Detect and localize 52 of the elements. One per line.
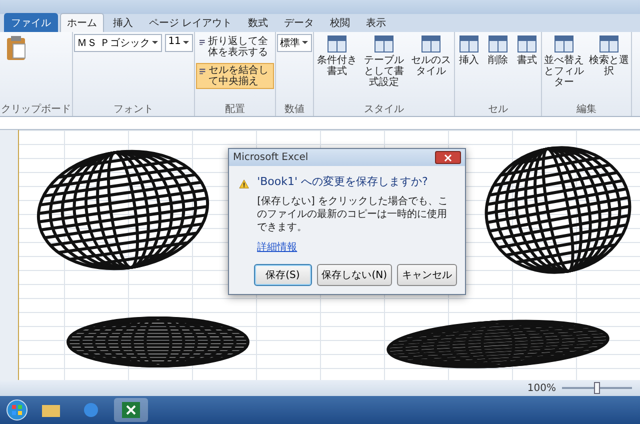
- table-icon: [420, 35, 441, 53]
- group-label: 編集: [575, 103, 598, 116]
- group-label: 配置: [224, 103, 246, 116]
- spreadsheet-icon: [122, 402, 140, 418]
- ribbon-tab[interactable]: ページ レイアウト: [142, 13, 240, 32]
- table-icon: [488, 35, 508, 53]
- ribbon-button[interactable]: 検索と選択: [588, 34, 630, 78]
- ribbon-button[interactable]: テーブルとして書式設定: [362, 34, 406, 89]
- ribbon-button[interactable]: 条件付き書式: [314, 34, 359, 78]
- ribbon-tab[interactable]: 表示: [359, 13, 394, 32]
- group-label: フォント: [112, 103, 154, 116]
- ribbon-tab[interactable]: 数式: [241, 13, 276, 32]
- dialog-detail: [保存しない] をクリックした場合でも、このファイルの最新のコピーは一時的に使用できます。: [257, 195, 450, 234]
- table-icon: [326, 35, 347, 53]
- clipboard-icon: [5, 35, 27, 61]
- ribbon-tab[interactable]: 挿入: [106, 13, 140, 32]
- ribbon-button[interactable]: 書式: [514, 34, 540, 67]
- ribbon-button[interactable]: 削除: [484, 34, 511, 67]
- group-label: スタイル: [362, 103, 405, 116]
- close-button[interactable]: [435, 151, 461, 164]
- zoom-level: 100%: [527, 382, 556, 394]
- group-label: クリップボード: [1, 103, 71, 116]
- ribbon-button[interactable]: セルを結合して中央揃え: [196, 63, 274, 89]
- dialog-button[interactable]: キャンセル: [397, 264, 457, 286]
- ribbon-tab[interactable]: ホーム: [60, 13, 104, 32]
- dialog-button[interactable]: 保存しない(N): [316, 264, 392, 286]
- dropdown-field[interactable]: 標準: [276, 34, 312, 52]
- group-label: 数値: [283, 103, 306, 116]
- details-link[interactable]: 詳細情報: [257, 240, 298, 254]
- close-icon: [444, 154, 452, 162]
- table-icon: [374, 35, 394, 53]
- folder-icon: [42, 403, 60, 417]
- start-icon: [6, 399, 28, 421]
- ribbon-button[interactable]: 並べ替えとフィルター: [542, 34, 585, 89]
- slider-thumb[interactable]: [594, 382, 600, 394]
- dialog-title: Microsoft Excel: [233, 152, 308, 163]
- table-icon: [516, 35, 537, 53]
- table-icon: [554, 35, 574, 53]
- dialog-button[interactable]: 保存(S): [254, 264, 312, 286]
- table-icon: [458, 35, 479, 53]
- ribbon-tab[interactable]: データ: [277, 13, 322, 32]
- dialog-message: 'Book1' への変更を保存しますか?: [257, 174, 429, 189]
- taskbar-button[interactable]: [114, 398, 148, 422]
- ribbon-button[interactable]: 折り返して全体を表示する: [196, 34, 274, 60]
- ribbon-button[interactable]: セルのスタイル: [408, 34, 453, 78]
- ribbon-button[interactable]: 挿入: [456, 34, 482, 67]
- dropdown-field[interactable]: ＭＳ Ｐゴシック: [74, 34, 162, 52]
- group-label: セル: [486, 103, 509, 116]
- table-icon: [598, 35, 619, 53]
- dropdown-field[interactable]: 11: [165, 34, 193, 52]
- ribbon-tab[interactable]: 校閲: [323, 13, 358, 32]
- ribbon-tab[interactable]: ファイル: [4, 13, 58, 32]
